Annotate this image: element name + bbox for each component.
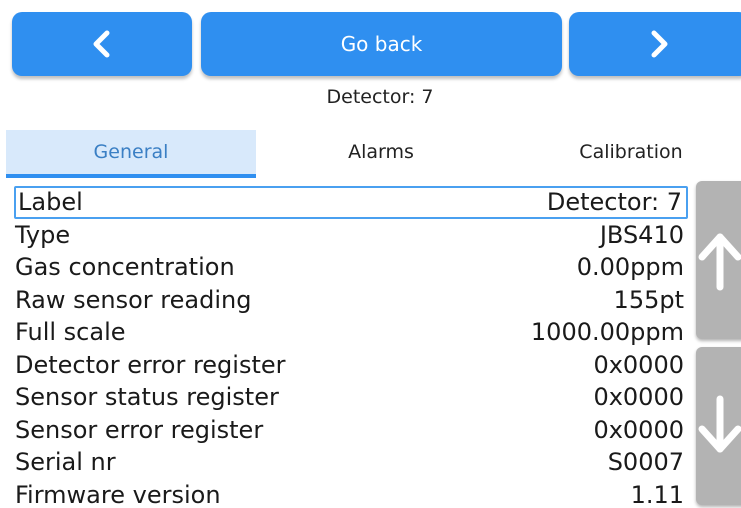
chevron-right-icon: [651, 30, 668, 58]
property-value: 0x0000: [593, 350, 684, 379]
property-label: Sensor status register: [15, 383, 279, 412]
detector-title: Detector: 7: [326, 86, 434, 108]
property-value: 1.11: [630, 480, 684, 508]
list-item[interactable]: Serial nr S0007: [14, 446, 688, 479]
property-label: Serial nr: [15, 448, 116, 477]
property-label: Detector error register: [15, 350, 286, 379]
property-value: S0007: [607, 448, 684, 477]
go-back-label: Go back: [340, 32, 423, 56]
tab-general[interactable]: General: [6, 130, 256, 178]
property-value: 155pt: [613, 285, 684, 314]
list-item[interactable]: Raw sensor reading 155pt: [14, 284, 688, 317]
go-back-button[interactable]: Go back: [201, 12, 562, 76]
property-value: JBS410: [599, 220, 684, 249]
property-value: 0.00ppm: [576, 253, 684, 282]
property-label: Raw sensor reading: [15, 285, 252, 314]
property-label: Full scale: [15, 318, 126, 347]
tab-bar: General Alarms Calibration: [6, 130, 741, 178]
arrow-down-icon: [698, 395, 741, 453]
list-item[interactable]: Sensor error register 0x0000: [14, 414, 688, 447]
list-item[interactable]: Detector error register 0x0000: [14, 349, 688, 382]
tab-calibration[interactable]: Calibration: [506, 130, 741, 174]
next-button[interactable]: [569, 12, 741, 76]
property-value: 0x0000: [593, 383, 684, 412]
property-list[interactable]: Label Detector: 7 Type JBS410 Gas concen…: [14, 186, 688, 508]
tab-alarms-label: Alarms: [348, 141, 414, 163]
list-item[interactable]: Gas concentration 0.00ppm: [14, 251, 688, 284]
property-label: Firmware version: [15, 480, 221, 508]
list-item[interactable]: Sensor status register 0x0000: [14, 381, 688, 414]
previous-button[interactable]: [12, 12, 192, 76]
list-item[interactable]: Type JBS410: [14, 219, 688, 252]
list-item[interactable]: Label Detector: 7: [14, 186, 688, 219]
tab-general-label: General: [93, 141, 169, 163]
property-label: Label: [18, 188, 83, 217]
list-item[interactable]: Full scale 1000.00ppm: [14, 316, 688, 349]
chevron-left-icon: [93, 30, 110, 58]
tab-alarms[interactable]: Alarms: [256, 130, 506, 174]
property-label: Type: [15, 220, 71, 249]
property-value: 1000.00ppm: [530, 318, 684, 347]
scroll-down-button[interactable]: [696, 347, 741, 505]
list-item[interactable]: Firmware version 1.11: [14, 479, 688, 508]
property-label: Gas concentration: [15, 253, 235, 282]
tab-calibration-label: Calibration: [579, 141, 683, 163]
property-value: Detector: 7: [546, 188, 682, 217]
arrow-up-icon: [698, 233, 741, 291]
property-label: Sensor error register: [15, 415, 264, 444]
property-value: 0x0000: [593, 415, 684, 444]
scroll-up-button[interactable]: [696, 181, 741, 339]
